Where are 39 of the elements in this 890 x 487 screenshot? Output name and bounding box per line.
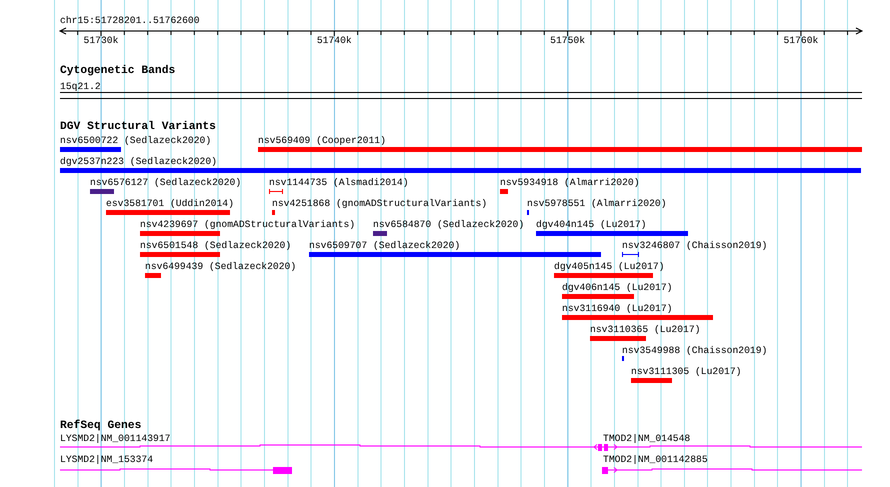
position-label: chr15:51728201..51762600 [60, 15, 200, 26]
variant-label[interactable]: nsv569409 (Cooper2011) [258, 135, 386, 146]
variant-bar[interactable] [269, 189, 283, 194]
tick-label: 51750k [550, 35, 586, 46]
variant-label[interactable]: nsv6501548 (Sedlazeck2020) [140, 240, 292, 251]
variant-label[interactable]: nsv5934918 (Almarri2020) [500, 177, 640, 188]
tick-label: 51740k [316, 35, 352, 46]
variant-label[interactable]: nsv4239697 (gnomADStructuralVariants) [140, 219, 356, 230]
variant-label[interactable]: nsv5978551 (Almarri2020) [527, 198, 667, 209]
variant-label[interactable]: nsv3549988 (Chaisson2019) [622, 345, 768, 356]
variant-label[interactable]: dgv406n145 (Lu2017) [562, 282, 672, 293]
variant-label[interactable]: nsv6509707 (Sedlazeck2020) [309, 240, 460, 251]
variant-label[interactable]: dgv404n145 (Lu2017) [536, 219, 646, 230]
variant-label[interactable]: nsv6500722 (Sedlazeck2020) [60, 135, 212, 146]
variant-bar[interactable] [622, 252, 639, 257]
gene-label[interactable]: LYSMD2|NM_001143917 [60, 433, 170, 444]
tick-label: 51730k [84, 35, 118, 46]
variant-label[interactable]: esv3581701 (Uddin2014) [106, 198, 234, 209]
variant-label[interactable]: dgv2537n223 (Sedlazeck2020) [60, 156, 217, 167]
track-title: DGV Structural Variants [60, 122, 216, 133]
variant-label[interactable]: nsv3111305 (Lu2017) [631, 366, 742, 377]
gene-label[interactable]: LYSMD2|NM_153374 [60, 454, 154, 465]
variant-label[interactable]: nsv6576127 (Sedlazeck2020) [90, 177, 242, 188]
gene-drawing[interactable] [602, 467, 862, 474]
variant-label[interactable]: nsv6499439 (Sedlazeck2020) [145, 261, 296, 272]
variant-label[interactable]: nsv6584870 (Sedlazeck2020) [373, 219, 524, 230]
track-title: Cytogenetic Bands [60, 66, 176, 77]
gene-label[interactable]: TMOD2|NM_014548 [603, 433, 690, 444]
gene-drawing[interactable] [60, 467, 292, 474]
track-title: RefSeq Genes [60, 421, 142, 432]
band-label: 15q21.2 [60, 81, 101, 92]
variant-label[interactable]: nsv3110365 (Lu2017) [590, 324, 700, 335]
variant-label[interactable]: nsv3246807 (Chaisson2019) [622, 240, 768, 251]
tick-label: 51760k [783, 35, 818, 46]
variant-label[interactable]: dgv405n145 (Lu2017) [554, 261, 664, 272]
variant-label[interactable]: nsv4251868 (gnomADStructuralVariants) [272, 198, 488, 209]
variant-label[interactable]: nsv1144735 (Alsmadi2014) [269, 177, 409, 188]
variant-label[interactable]: nsv3116940 (Lu2017) [562, 303, 672, 314]
gene-label[interactable]: TMOD2|NM_001142885 [603, 454, 708, 465]
